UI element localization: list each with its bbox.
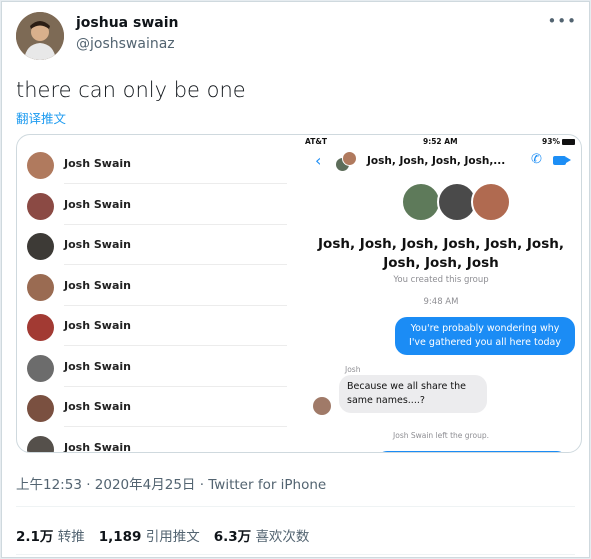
group-name: Josh, Josh, Josh, Josh, Josh, Josh, Josh… — [318, 236, 564, 271]
sender-name: Josh — [345, 365, 361, 374]
battery-percent: 93% — [542, 137, 560, 146]
stat-value: 1,189 — [98, 529, 142, 545]
sender-avatar — [313, 397, 331, 415]
contact-divider — [64, 426, 287, 427]
stat-value: 6.3万 — [213, 529, 252, 545]
contact-list: Josh Swain Josh Swain Josh Swain Josh Swain… — [17, 135, 302, 452]
contact-avatar — [27, 314, 54, 341]
stat-value: 2.1万 — [16, 529, 54, 545]
outgoing-message-partial — [377, 451, 567, 452]
left-group-notice: Josh Swain left the group. — [393, 431, 489, 440]
tweet-card: joshua swain @joshswainaz ••• there can … — [1, 1, 590, 558]
outgoing-message: You're probably wondering why I've gathe… — [395, 317, 575, 355]
contact-avatar — [27, 233, 54, 260]
contact-avatar — [27, 395, 54, 422]
contact-divider — [64, 264, 287, 265]
status-time: 9:52 AM — [423, 137, 458, 146]
chat-timestamp: 9:48 AM — [423, 297, 459, 307]
tweet-text: there can only be one — [16, 78, 246, 102]
tweet-stats: 2.1万 转推 1,189 引用推文 6.3万 喜欢次数 — [16, 525, 323, 545]
contact-avatar — [27, 355, 54, 382]
status-bar: AT&T 9:52 AM 93% — [305, 137, 581, 149]
contact-name: Josh Swain — [64, 238, 131, 251]
contact-name: Josh Swain — [64, 441, 131, 453]
stat-label: 喜欢次数 — [255, 529, 310, 545]
back-chevron-icon: ‹ — [315, 151, 322, 170]
author-handle[interactable]: @joshswainaz — [76, 36, 175, 52]
contact-avatar — [27, 274, 54, 301]
stat-item[interactable]: 6.3万 喜欢次数 — [214, 529, 310, 545]
contact-row: Josh Swain — [17, 387, 287, 427]
contact-divider — [64, 345, 287, 346]
chat-header: ‹ Josh, Josh, Josh, Josh,... ✆ — [305, 151, 581, 173]
contact-row: Josh Swain — [17, 306, 287, 346]
stat-label: 引用推文 — [145, 529, 200, 545]
stat-item[interactable]: 2.1万 转推 — [16, 529, 85, 545]
contact-divider — [64, 183, 287, 184]
translate-link[interactable]: 翻译推文 — [16, 108, 66, 127]
video-call-icon — [553, 156, 571, 165]
contact-row: Josh Swain — [17, 347, 287, 387]
author-name[interactable]: joshua swain — [76, 15, 178, 31]
contact-name: Josh Swain — [64, 157, 131, 170]
contact-row: Josh Swain — [17, 428, 287, 453]
contact-name: Josh Swain — [64, 319, 131, 332]
author-avatar[interactable] — [16, 12, 64, 60]
contact-name: Josh Swain — [64, 400, 131, 413]
tweet-media[interactable]: Josh Swain Josh Swain Josh Swain Josh Swain… — [16, 134, 582, 453]
contact-row: Josh Swain — [17, 185, 287, 225]
incoming-message: Because we all share the same names....? — [339, 375, 487, 413]
divider — [16, 554, 575, 555]
messenger-screenshot: AT&T 9:52 AM 93% ‹ Josh, Josh, Josh, Jos… — [305, 135, 581, 452]
group-photo-cluster — [401, 182, 511, 224]
battery-icon — [562, 139, 575, 145]
stat-label: 转推 — [57, 529, 85, 545]
contact-avatar — [27, 193, 54, 220]
contact-avatar — [27, 152, 54, 179]
chat-title: Josh, Josh, Josh, Josh,... — [367, 155, 506, 167]
contact-name: Josh Swain — [64, 360, 131, 373]
tweet-timestamp[interactable]: 上午12:53 · 2020年4月25日 · Twitter for iPhon… — [16, 473, 326, 493]
contact-row: Josh Swain — [17, 266, 287, 306]
contact-name: Josh Swain — [64, 279, 131, 292]
group-created-note: You created this group — [393, 275, 489, 285]
contact-avatar — [27, 436, 54, 452]
stat-item[interactable]: 1,189 引用推文 — [99, 529, 200, 545]
more-options-icon[interactable]: ••• — [547, 12, 577, 30]
header-group-avatar — [335, 151, 357, 173]
divider — [16, 506, 575, 507]
battery-indicator: 93% — [542, 137, 575, 146]
phone-call-icon: ✆ — [531, 152, 542, 167]
contact-row: Josh Swain — [17, 144, 287, 184]
contact-name: Josh Swain — [64, 198, 131, 211]
contact-row: Josh Swain — [17, 225, 287, 265]
carrier-label: AT&T — [305, 137, 327, 146]
